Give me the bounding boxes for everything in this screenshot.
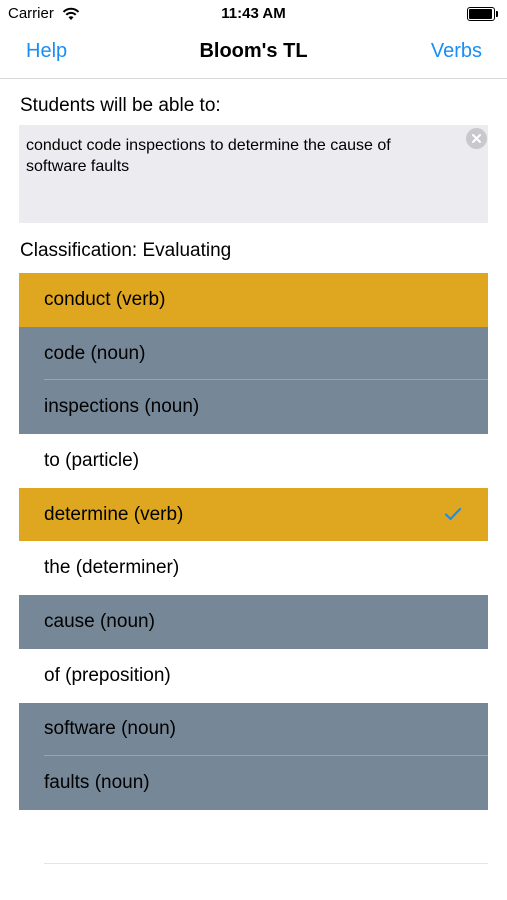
word-label: inspections (noun)	[44, 396, 200, 418]
word-row[interactable]: software (noun)	[19, 702, 488, 757]
close-icon	[472, 134, 481, 143]
status-time: 11:43 AM	[221, 5, 286, 22]
objective-text-field[interactable]: conduct code inspections to determine th…	[19, 125, 488, 223]
word-list: conduct (verb) code (noun) inspections (no…	[19, 273, 488, 810]
word-label: code (noun)	[44, 342, 146, 364]
word-row[interactable]: code (noun)	[19, 326, 488, 381]
word-label: of (preposition)	[44, 664, 171, 686]
word-label: conduct (verb)	[44, 288, 166, 310]
battery-icon	[467, 7, 499, 21]
word-label: software (noun)	[44, 718, 177, 740]
divider	[44, 863, 488, 864]
word-row[interactable]: to (particle)	[19, 434, 488, 488]
word-row[interactable]: the (determiner)	[19, 541, 488, 596]
word-label: cause (noun)	[44, 610, 155, 632]
word-row[interactable]: cause (noun)	[19, 595, 488, 649]
word-label: to (particle)	[44, 449, 140, 471]
word-row[interactable]: conduct (verb)	[19, 273, 488, 327]
word-label: the (determiner)	[44, 557, 180, 579]
word-row[interactable]: inspections (noun)	[19, 380, 488, 435]
navigation-bar: Help Bloom's TL Verbs	[0, 28, 507, 79]
classification-label: Classification: Evaluating	[20, 240, 232, 261]
verbs-button[interactable]: Verbs	[431, 40, 482, 63]
objective-text: conduct code inspections to determine th…	[26, 137, 391, 175]
status-bar: Carrier 11:43 AM	[0, 0, 507, 28]
objective-prompt: Students will be able to:	[20, 95, 221, 116]
word-row[interactable]: of (preposition)	[19, 648, 488, 703]
clear-text-button[interactable]	[466, 128, 487, 149]
word-row[interactable]: faults (noun)	[19, 756, 488, 810]
checkmark-icon	[444, 507, 462, 520]
word-row[interactable]: determine (verb)	[19, 487, 488, 542]
word-label: determine (verb)	[44, 503, 184, 525]
word-label: faults (noun)	[44, 772, 150, 794]
